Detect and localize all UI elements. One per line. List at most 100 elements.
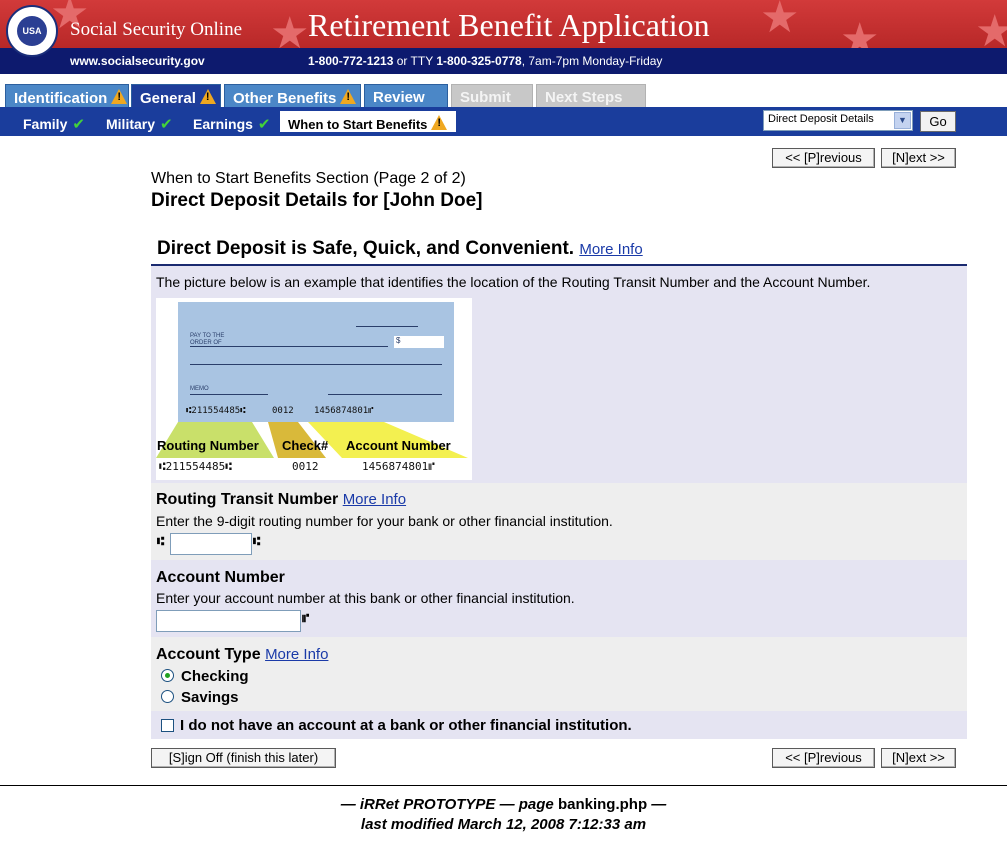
panel-heading: Direct Deposit is Safe, Quick, and Conve… [157,238,643,260]
main-tabs: Identification General Other Benefits Re… [0,84,1007,107]
routing-symbol-right: ⑆ [253,534,261,548]
memo-line [190,394,268,395]
footer-page-name: banking.php [557,796,648,813]
footer-divider [0,785,1007,786]
account-type-title-row: Account Type More Info [156,646,328,664]
tab-label: Review [373,89,425,106]
subnav-label: When to Start Benefits [288,117,428,132]
warning-icon [199,89,216,104]
routing-panel: Routing Transit Number More Info Enter t… [151,483,967,560]
account-type-title: Account Type [156,646,261,663]
account-symbol: ⑈ [302,611,310,625]
tab-other-benefits[interactable]: Other Benefits [224,84,361,107]
page-title: Direct Deposit Details for [John Doe] [151,190,483,211]
micr-account: 1456874801⑈ [362,460,435,473]
footer-dash: — [647,796,667,813]
amount-box: $ [394,336,444,348]
tab-label: Identification [14,90,108,107]
site-url[interactable]: www.socialsecurity.gov [70,54,205,68]
checking-radio[interactable] [161,669,174,682]
routing-title-row: Routing Transit Number More Info [156,491,406,509]
warning-icon [431,115,448,130]
tab-label: Other Benefits [233,90,337,107]
checkmark-icon: ✔ [72,116,85,133]
ssa-seal-logo[interactable]: USA [6,5,58,57]
check-example-image: PAY TO THE ORDER OF $ MEMO ⑆211554485⑆ 0… [156,298,472,480]
subnav-item-military[interactable]: Military ✔ [106,115,173,133]
written-amount-line [190,364,442,365]
phone-hours: , 7am-7pm Monday-Friday [521,54,663,68]
tab-identification[interactable]: Identification [5,84,129,107]
label-check-number: Check# [282,438,329,453]
tab-submit: Submit [451,84,533,107]
warning-icon [111,89,128,104]
subnav-label: Military [106,116,156,132]
checkmark-icon: ✔ [160,116,173,133]
next-button-bottom[interactable]: [N]ext >> [881,748,956,768]
star-icon: ★ [975,7,1007,49]
intro-text: The picture below is an example that ide… [156,274,871,290]
previous-button-top[interactable]: << [P]revious [772,148,875,168]
select-value: Direct Deposit Details [768,113,874,125]
savings-label[interactable]: Savings [181,689,239,706]
more-info-link[interactable]: More Info [579,241,642,258]
subnav-item-when-to-start[interactable]: When to Start Benefits [280,111,456,132]
label-routing-number: Routing Number [157,438,259,453]
page-subtitle: When to Start Benefits Section (Page 2 o… [151,170,466,187]
no-account-label[interactable]: I do not have an account at a bank or ot… [180,717,632,734]
chevron-down-icon[interactable]: ▼ [894,112,911,129]
check-micr-account: 1456874801⑈ [314,406,374,416]
checkmark-icon: ✔ [257,116,271,133]
subnav-label: Earnings [193,116,253,132]
routing-description: Enter the 9-digit routing number for you… [156,513,613,529]
site-name[interactable]: Social Security Online [70,19,242,41]
tab-label: Next Steps [545,89,623,106]
account-type-more-info-link[interactable]: More Info [265,646,328,663]
check-micr-routing: ⑆211554485⑆ [186,406,246,416]
date-line [356,326,418,327]
memo-text: MEMO [190,386,209,392]
tab-next-steps: Next Steps [536,84,646,107]
section-select[interactable]: Direct Deposit Details ▼ [763,110,913,131]
tab-label: Submit [460,89,511,106]
subnav-item-earnings[interactable]: Earnings ✔ [193,115,270,133]
previous-button-bottom[interactable]: << [P]revious [772,748,875,768]
no-account-checkbox[interactable] [161,719,174,732]
phone-or-tty: or TTY [393,54,437,68]
footer-prototype-text: — iRRet PROTOTYPE — page [340,796,558,813]
tab-review[interactable]: Review [364,84,448,107]
tab-label: General [140,90,196,107]
pay-to-text: PAY TO THE [190,333,225,339]
routing-title: Routing Transit Number [156,491,339,508]
micr-routing: ⑆211554485⑆ [159,460,232,473]
app-title: Retirement Benefit Application [308,7,710,43]
footer-line-1: — iRRet PROTOTYPE — page banking.php — [0,796,1007,813]
account-panel: Account Number Enter your account number… [151,560,967,637]
tab-general[interactable]: General [131,84,221,107]
go-button[interactable]: Go [920,111,956,132]
account-title: Account Number [156,569,285,586]
panel-heading-text: Direct Deposit is Safe, Quick, and Conve… [157,238,575,259]
subnav-item-family[interactable]: Family ✔ [23,115,85,133]
account-number-input[interactable] [156,610,301,632]
routing-number-input[interactable] [170,533,252,555]
intro-panel: The picture below is an example that ide… [151,266,967,483]
seal-center: USA [17,16,47,46]
checking-label[interactable]: Checking [181,668,249,685]
routing-symbol-left: ⑆ [157,534,165,548]
label-account-number: Account Number [346,438,451,453]
sign-off-button[interactable]: [S]ign Off (finish this later) [151,748,336,768]
routing-more-info-link[interactable]: More Info [343,491,406,508]
no-account-panel: I do not have an account at a bank or ot… [151,711,967,739]
check-micr-check: 0012 [272,406,294,416]
account-type-panel: Account Type More Info Checking Savings [151,637,967,711]
signature-line [328,394,442,395]
phone-tty: 1-800-325-0778 [436,54,522,68]
star-icon: ★ [270,9,310,49]
star-icon: ★ [760,0,800,42]
micr-check: 0012 [292,460,319,473]
sub-navigation: Family ✔ Military ✔ Earnings ✔ When to Star… [0,107,1007,136]
next-button-top[interactable]: [N]ext >> [881,148,956,168]
check-body: PAY TO THE ORDER OF $ MEMO ⑆211554485⑆ 0… [178,302,454,422]
savings-radio[interactable] [161,690,174,703]
